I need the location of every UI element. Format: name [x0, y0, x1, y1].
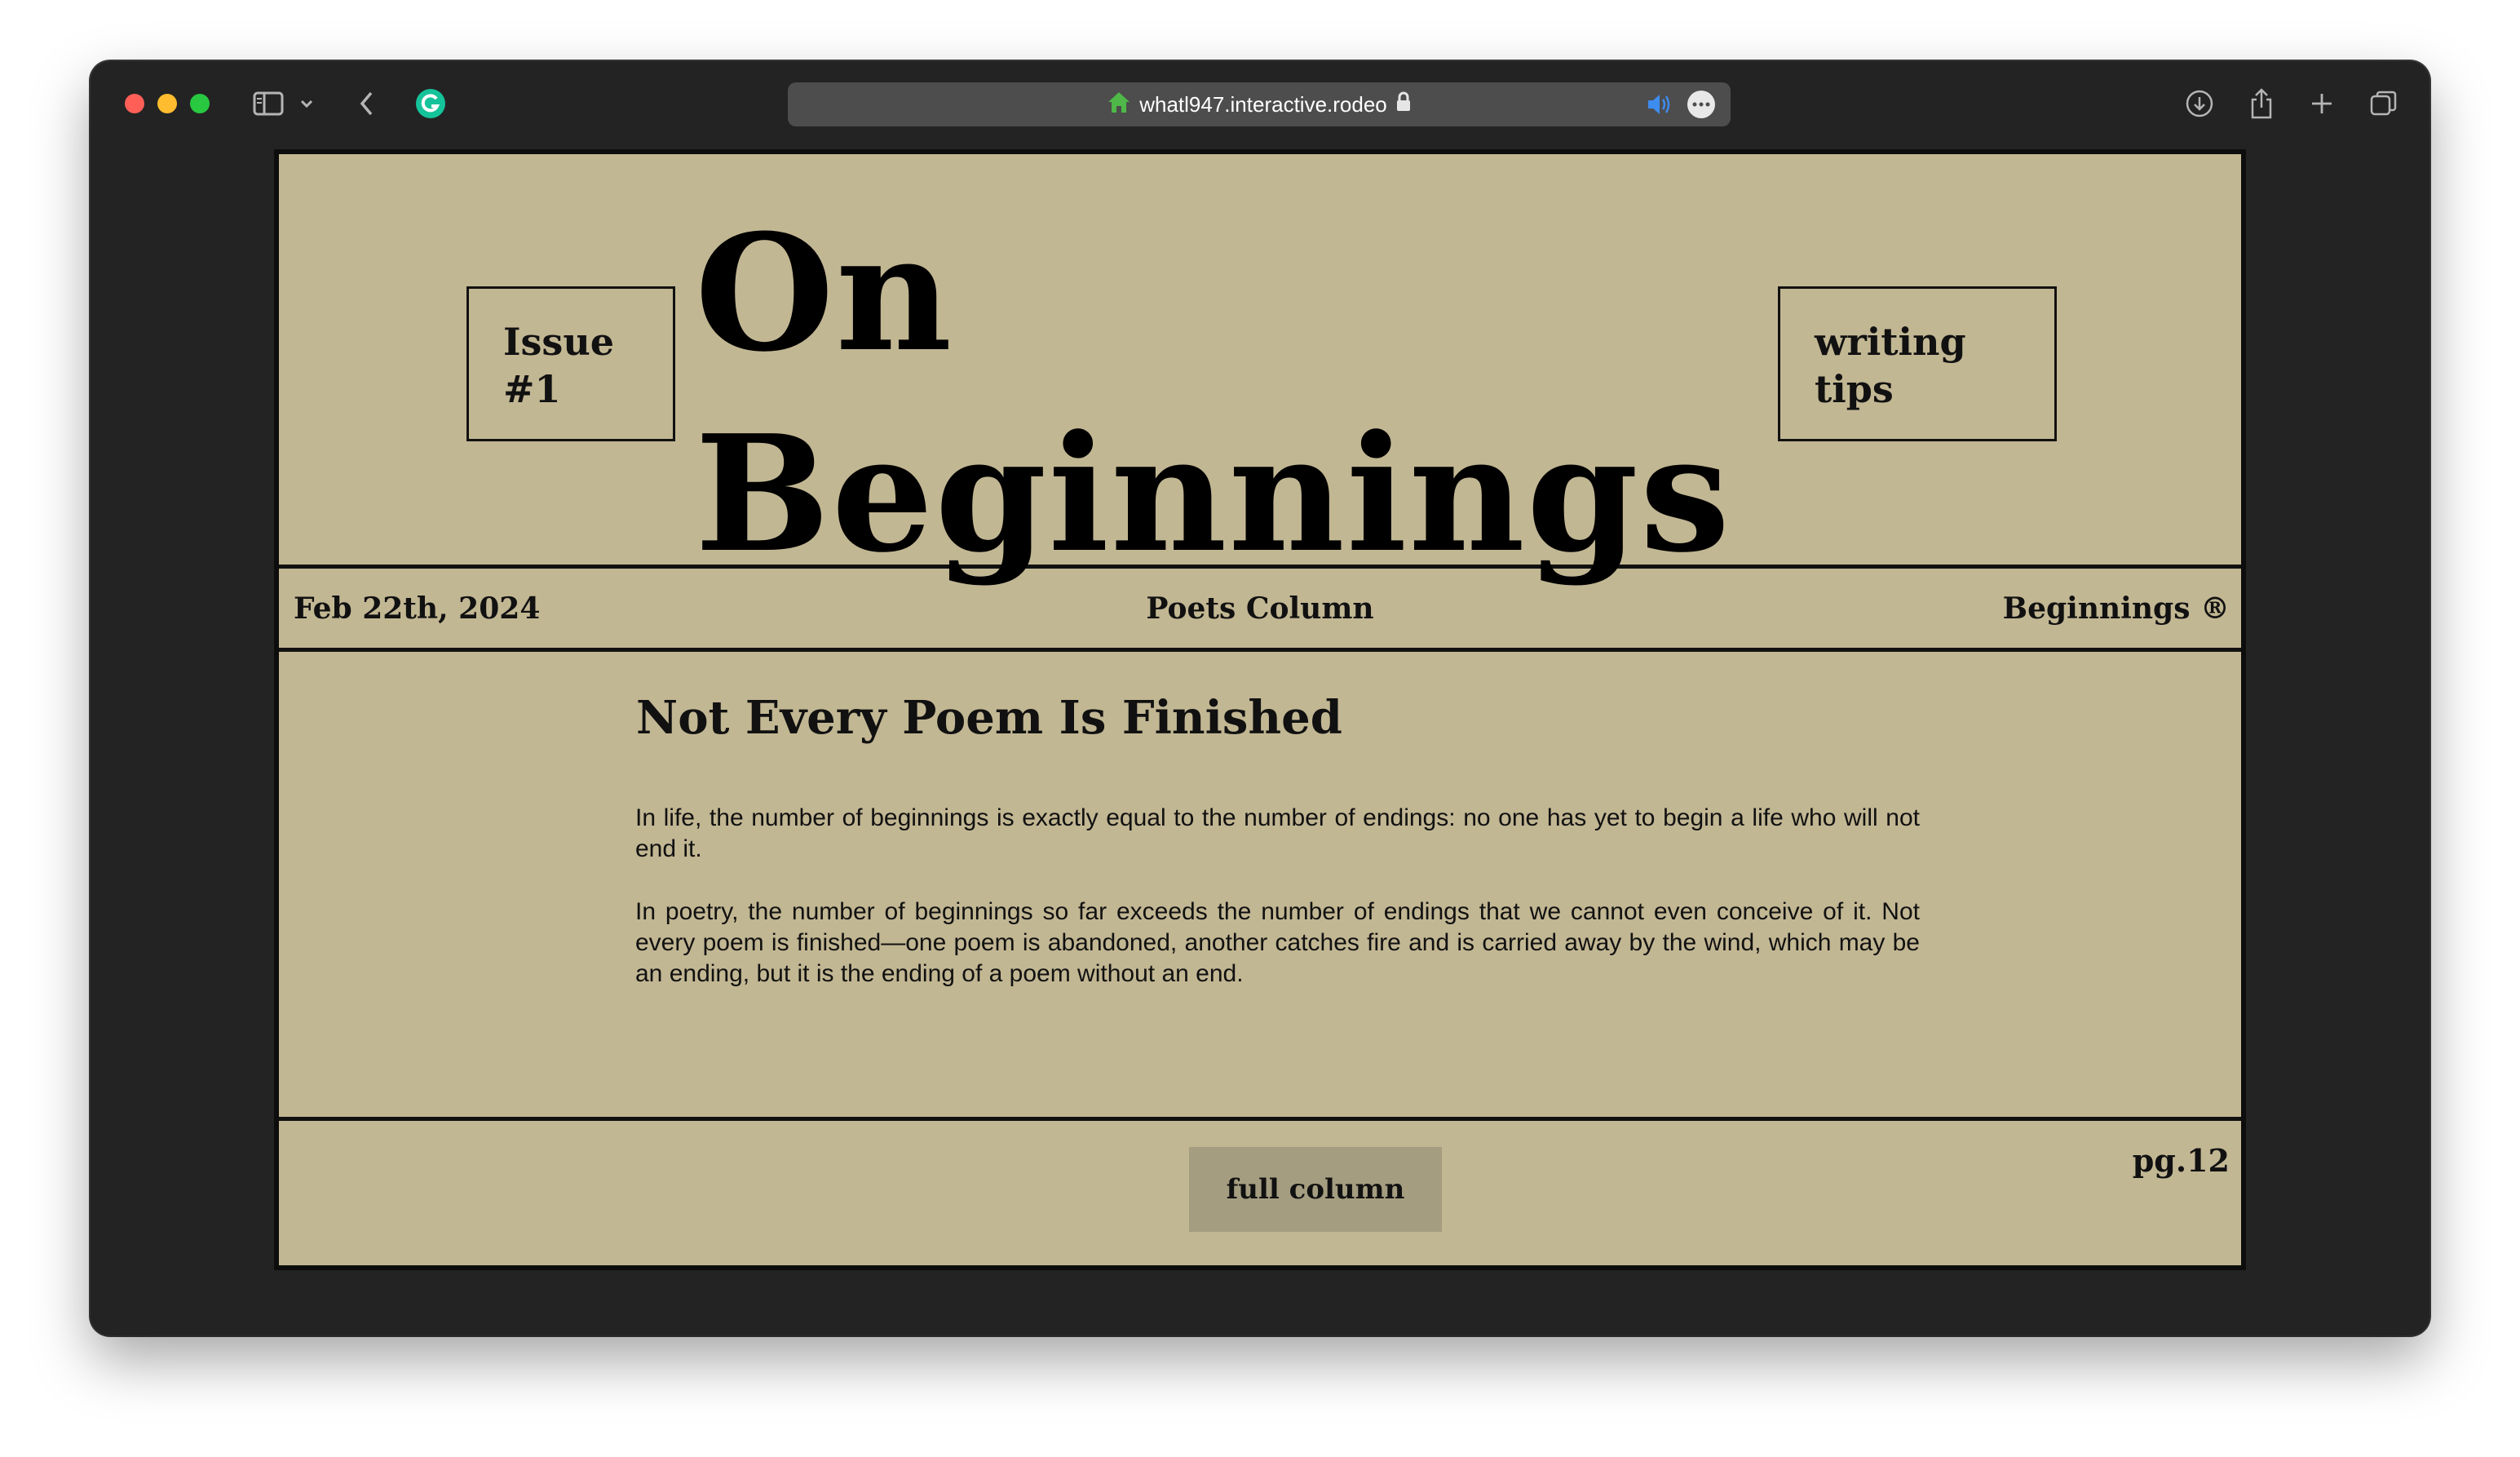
ellipsis-icon[interactable] [1687, 90, 1716, 122]
grammarly-icon[interactable] [413, 86, 449, 122]
article-title: Not Every Poem Is Finished [636, 691, 1342, 745]
chevron-left-icon[interactable] [353, 86, 381, 122]
page-title: On Beginnings [695, 193, 1732, 595]
plus-icon[interactable] [2306, 86, 2338, 122]
article-paragraph: In poetry, the number of beginnings so f… [635, 898, 1920, 987]
page-title-line-2: Beginnings [695, 401, 1732, 588]
home-icon [1107, 90, 1131, 120]
section-name: Poets Column [1146, 591, 1374, 626]
share-icon[interactable] [2245, 86, 2278, 122]
close-window-button[interactable] [125, 94, 144, 113]
article: Not Every Poem Is Finished In life, the … [279, 652, 2241, 1121]
writing-tips-link[interactable]: writing tips [1778, 286, 2057, 441]
url-text: whatl947.interactive.rodeo [1139, 91, 1387, 117]
page-title-line-1: On [695, 200, 954, 388]
address-bar[interactable]: whatl947.interactive.rodeo [788, 82, 1731, 126]
download-icon[interactable] [2183, 86, 2216, 122]
full-column-button[interactable]: full column [1189, 1147, 1442, 1232]
writing-tips-label-1: writing [1815, 320, 1966, 364]
issue-box: Issue #1 [466, 286, 675, 441]
lock-icon [1395, 91, 1412, 118]
article-paragraph: In life, the number of beginnings is exa… [635, 804, 1920, 862]
writing-tips-label-2: tips [1815, 367, 1894, 411]
page-number: pg.12 [2132, 1142, 2230, 1179]
zoom-window-button[interactable] [190, 94, 210, 113]
issue-number: #1 [503, 367, 561, 411]
sidebar-icon[interactable] [250, 86, 286, 122]
speaker-icon[interactable] [1646, 92, 1672, 120]
browser-window: whatl947.interactive.rodeo Issue #1 On B… [91, 61, 2429, 1335]
page-footer: full column pg.12 [279, 1121, 2241, 1265]
issue-label: Issue [503, 320, 615, 364]
browser-toolbar: whatl947.interactive.rodeo [91, 61, 2429, 151]
brand-mark: Beginnings ® [2002, 591, 2230, 626]
tabs-overview-icon[interactable] [2367, 86, 2400, 122]
chevron-down-icon[interactable] [296, 86, 317, 122]
newspaper-page: Issue #1 On Beginnings writing tips Feb … [274, 149, 2246, 1270]
minimize-window-button[interactable] [157, 94, 177, 113]
dateline-bar: Feb 22th, 2024 Poets Column Beginnings ® [279, 569, 2241, 652]
masthead: Issue #1 On Beginnings writing tips [279, 154, 2241, 588]
